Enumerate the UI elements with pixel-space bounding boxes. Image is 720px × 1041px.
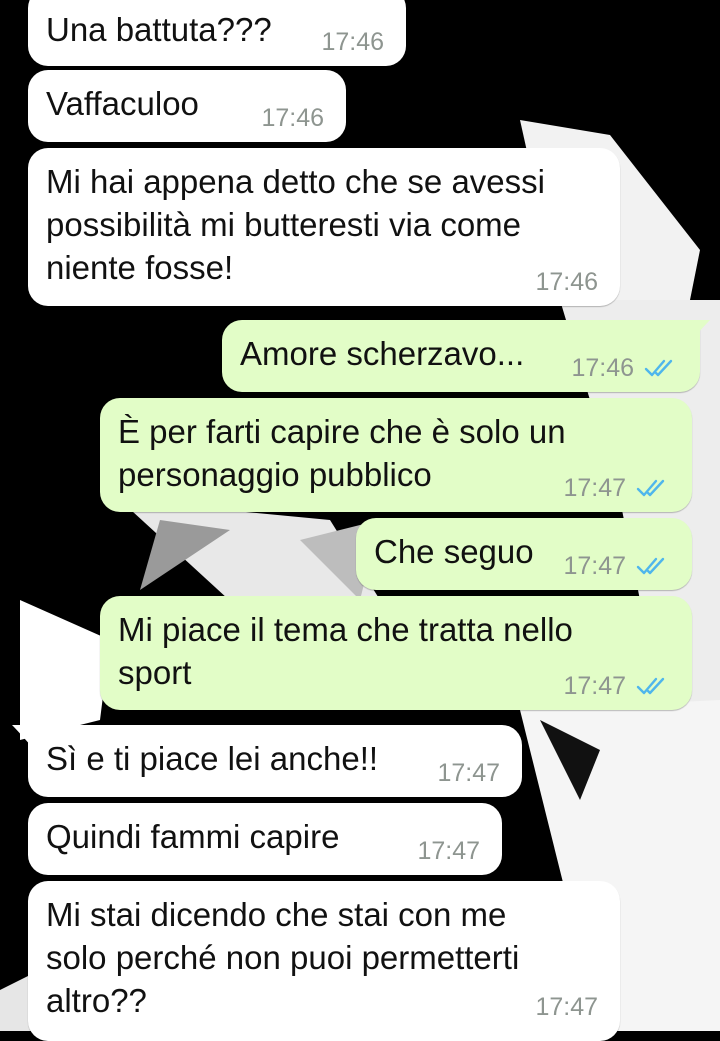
message-meta: 17:47	[563, 672, 666, 700]
message-meta: 17:46	[535, 268, 598, 296]
message-meta: 17:47	[563, 552, 666, 580]
bubble-tail-incoming	[12, 725, 32, 747]
message-meta: 17:47	[437, 759, 500, 787]
incoming-message[interactable]: Mi stai dicendo che stai con me solo per…	[28, 881, 620, 1041]
message-time: 17:47	[563, 552, 626, 580]
message-time: 17:46	[321, 28, 384, 56]
message-meta: 17:46	[261, 104, 324, 132]
double-check-read-icon	[636, 479, 665, 497]
message-text: Sì e ti piace lei anche!!	[46, 740, 379, 777]
message-meta: 17:46	[571, 354, 674, 382]
message-time: 17:46	[571, 354, 634, 382]
outgoing-message[interactable]: Mi piace il tema che tratta nello sport …	[100, 596, 692, 710]
message-meta: 17:47	[563, 474, 666, 502]
outgoing-message[interactable]: Amore scherzavo... 17:46	[222, 320, 700, 392]
message-time: 17:47	[563, 672, 626, 700]
incoming-message[interactable]: Sì e ti piace lei anche!! 17:47	[28, 725, 522, 797]
incoming-message[interactable]: Mi hai appena detto che se avessi possib…	[28, 148, 620, 306]
double-check-read-icon	[644, 359, 673, 377]
outgoing-message[interactable]: Che seguo 17:47	[356, 518, 692, 590]
message-time: 17:47	[437, 759, 500, 787]
message-meta: 17:46	[321, 28, 384, 56]
bubble-tail-outgoing	[690, 320, 710, 342]
double-check-read-icon	[636, 677, 665, 695]
message-meta: 17:47	[417, 837, 480, 865]
message-time: 17:47	[535, 993, 598, 1021]
chat-message-list[interactable]: Una battuta??? 17:46 Vaffaculoo 17:46 Mi…	[0, 0, 720, 1041]
message-time: 17:47	[563, 474, 626, 502]
message-time: 17:46	[261, 104, 324, 132]
message-time: 17:46	[535, 268, 598, 296]
outgoing-message[interactable]: È per farti capire che è solo un persona…	[100, 398, 692, 512]
incoming-message[interactable]: Vaffaculoo 17:46	[28, 70, 346, 142]
message-time: 17:47	[417, 837, 480, 865]
message-text: Mi stai dicendo che stai con me solo per…	[46, 896, 520, 1019]
message-meta: 17:47	[535, 993, 598, 1021]
incoming-message[interactable]: Quindi fammi capire 17:47	[28, 803, 502, 875]
incoming-message[interactable]: Una battuta??? 17:46	[28, 0, 406, 66]
message-text: Mi hai appena detto che se avessi possib…	[46, 163, 545, 286]
double-check-read-icon	[636, 557, 665, 575]
